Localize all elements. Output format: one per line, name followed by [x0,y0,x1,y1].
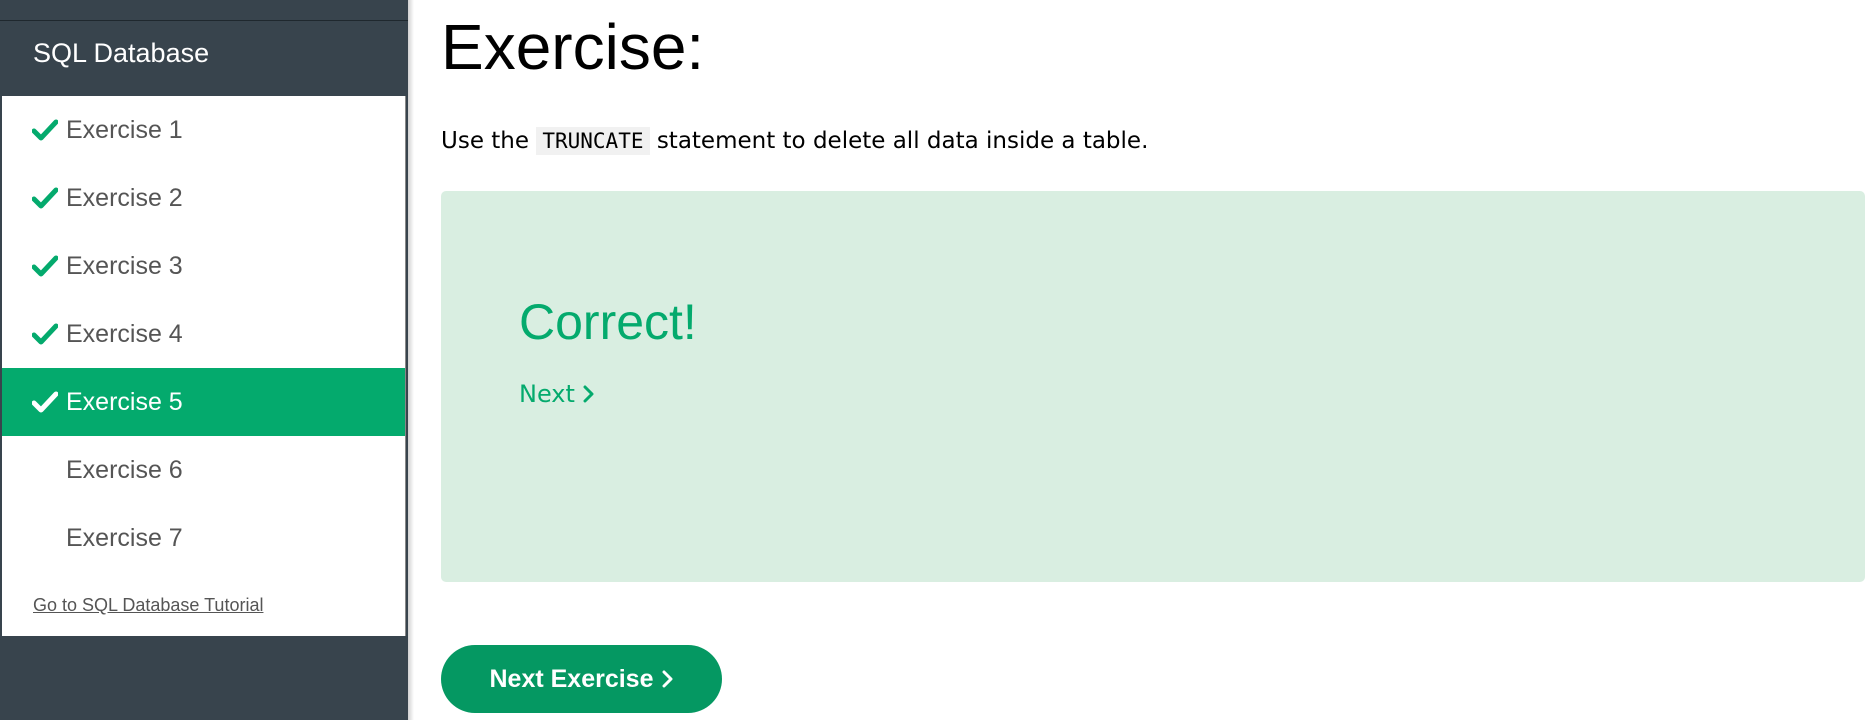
chevron-right-icon [583,385,594,403]
sidebar-item-exercise-6[interactable]: Exercise 6 [2,436,405,504]
check-icon [32,391,58,413]
sidebar-item-exercise-2[interactable]: Exercise 2 [2,164,405,232]
sidebar-item-label: Exercise 1 [66,115,183,144]
sidebar-item-label: Exercise 7 [66,523,183,552]
check-icon [32,187,58,209]
sidebar-item-exercise-1[interactable]: Exercise 1 [2,96,405,164]
sidebar-item-exercise-4[interactable]: Exercise 4 [2,300,405,368]
check-icon [32,323,58,345]
sidebar-item-exercise-3[interactable]: Exercise 3 [2,232,405,300]
instruction-suffix: statement to delete all data inside a ta… [656,128,1149,154]
sidebar-item-label: Exercise 6 [66,455,183,484]
sidebar-item-exercise-5[interactable]: Exercise 5 [2,368,405,436]
exercise-list: Exercise 1 Exercise 2 Exercise 3 Exercis… [2,96,406,636]
sidebar-item-label: Exercise 4 [66,319,183,348]
sidebar-title: SQL Database [33,38,210,68]
result-box: Correct! Next [441,191,1865,582]
code-keyword: TRUNCATE [536,127,650,155]
exercise-instruction: Use the TRUNCATE statement to delete all… [441,127,1149,155]
next-exercise-label: Next Exercise [489,664,654,693]
check-icon [32,119,58,141]
chevron-right-icon [662,670,672,688]
next-link-label: Next [519,380,575,408]
next-exercise-button[interactable]: Next Exercise [441,645,722,713]
sidebar-item-exercise-7[interactable]: Exercise 7 [2,504,405,572]
sidebar: SQL Database Exercise 1 Exercise 2 Exerc… [0,0,408,720]
check-icon [32,255,58,277]
page-title: Exercise: [441,11,705,83]
tutorial-link[interactable]: Go to SQL Database Tutorial [33,595,263,616]
next-link[interactable]: Next [519,380,595,408]
sidebar-item-label: Exercise 3 [66,251,183,280]
result-heading: Correct! [519,294,697,350]
sidebar-shadow [408,0,414,720]
sidebar-item-label: Exercise 2 [66,183,183,212]
sidebar-divider [0,20,408,21]
instruction-prefix: Use the [441,128,530,154]
sidebar-item-label: Exercise 5 [66,387,183,416]
